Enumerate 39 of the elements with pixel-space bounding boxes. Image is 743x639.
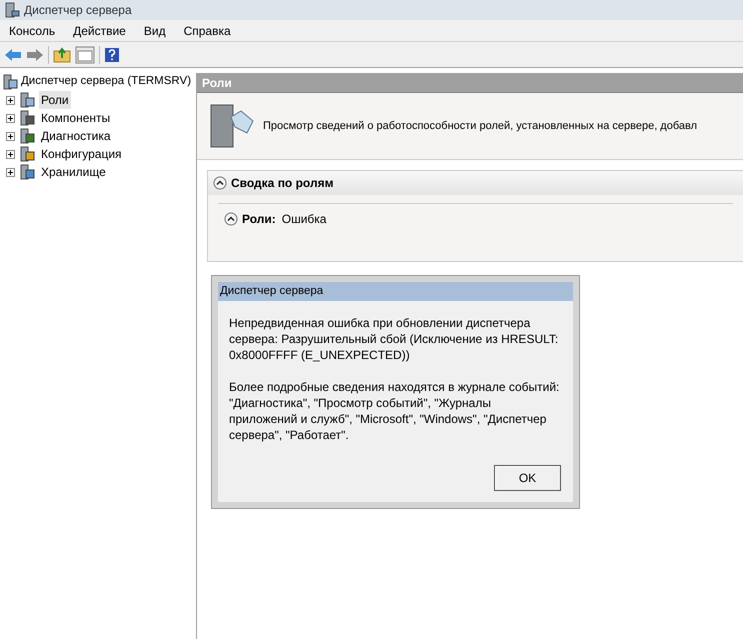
server-node-icon <box>19 146 35 162</box>
section-title[interactable]: Сводка по ролям <box>231 174 334 192</box>
expand-toggle[interactable] <box>6 96 15 104</box>
menu-item[interactable]: Консоль <box>0 22 64 40</box>
folder-up-icon[interactable] <box>53 46 71 62</box>
roles-status: Ошибка <box>282 211 326 228</box>
tree-item[interactable]: Диагностика <box>39 127 113 145</box>
tree-item[interactable]: Хранилище <box>39 163 108 181</box>
window-title: Диспетчер сервера <box>24 2 132 19</box>
server-node-icon <box>19 164 35 180</box>
collapse-icon[interactable] <box>224 212 238 226</box>
description-text: Просмотр сведений о работоспособности ролей, установленных на сервере, добавл <box>263 118 698 134</box>
server-node-icon <box>19 128 35 144</box>
error-details: Более подробные сведения находятся в журнале событий: "Диагностика", "Просмотр событий", "Журналы приложений и служб", "Microsoft", "Windows", "Диспетчер сервера", "Работает". <box>229 379 560 443</box>
tree-root-label[interactable]: Диспетчер сервера (TERMSRV) <box>21 73 192 91</box>
ok-button[interactable]: OK <box>494 465 561 491</box>
menu-item[interactable]: Вид <box>134 22 175 40</box>
help-icon[interactable] <box>104 46 120 62</box>
expand-toggle[interactable] <box>6 114 15 122</box>
server-node-icon <box>19 110 35 126</box>
expand-toggle[interactable] <box>6 150 15 158</box>
tree-item[interactable]: Конфигурация <box>39 145 124 163</box>
tree-item[interactable]: Компоненты <box>39 109 112 127</box>
menu-item[interactable]: Действие <box>64 22 135 40</box>
error-message: Непредвиденная ошибка при обновлении диспетчера сервера: Разрушительный сбой (Исключение из HRESULT: 0x8000FFFF (E_UNEXPECTED)) <box>229 315 560 363</box>
server-icon <box>4 2 20 18</box>
forward-arrow-icon[interactable] <box>26 48 44 62</box>
dialog-title: Диспетчер сервера <box>218 282 573 301</box>
server-node-icon <box>19 92 35 108</box>
menu-item[interactable]: Справка <box>174 22 240 40</box>
back-arrow-icon[interactable] <box>4 48 22 62</box>
tree-item[interactable]: Роли <box>39 91 71 109</box>
collapse-icon[interactable] <box>213 176 227 190</box>
expand-toggle[interactable] <box>6 132 15 140</box>
expand-toggle[interactable] <box>6 168 15 176</box>
server-node-icon <box>2 74 18 90</box>
pane-header: Роли <box>197 73 743 93</box>
roles-label: Роли: <box>242 211 276 228</box>
panel-icon[interactable] <box>75 46 95 64</box>
